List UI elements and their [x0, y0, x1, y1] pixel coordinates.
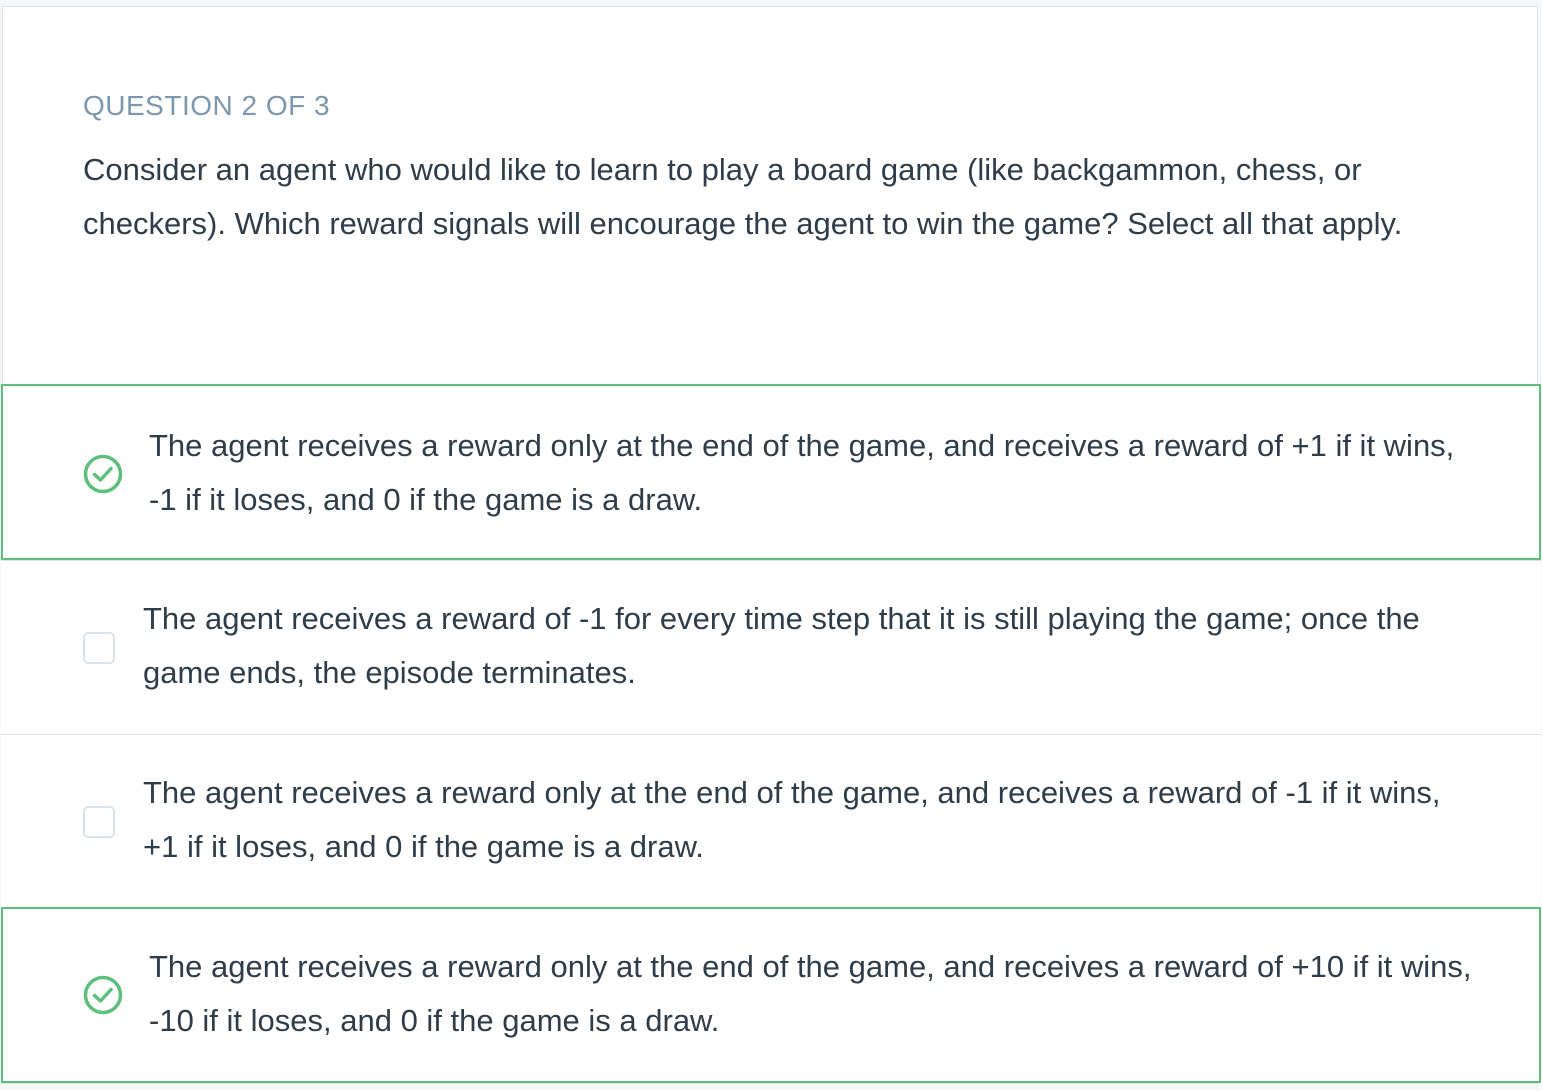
answer-option-4[interactable]: The agent receives a reward only at the …: [1, 907, 1541, 1083]
quiz-card: QUESTION 2 OF 3 Consider an agent who wo…: [1, 6, 1541, 1084]
answer-option-2-text: The agent receives a reward of -1 for ev…: [143, 601, 1420, 690]
check-circle-icon: [83, 454, 123, 494]
question-header: QUESTION 2 OF 3 Consider an agent who wo…: [3, 7, 1537, 385]
answer-option-4-text: The agent receives a reward only at the …: [149, 949, 1472, 1038]
answer-option-3-text: The agent receives a reward only at the …: [143, 775, 1441, 864]
answer-option-2[interactable]: The agent receives a reward of -1 for ev…: [1, 560, 1541, 734]
checkbox[interactable]: [83, 632, 115, 664]
check-circle-icon: [83, 975, 123, 1015]
checkbox[interactable]: [83, 806, 115, 838]
answer-option-1[interactable]: The agent receives a reward only at the …: [1, 384, 1541, 560]
answer-option-1-text: The agent receives a reward only at the …: [149, 428, 1455, 517]
answer-option-3[interactable]: The agent receives a reward only at the …: [1, 734, 1541, 908]
question-prompt: Consider an agent who would like to lear…: [83, 152, 1403, 241]
question-counter: QUESTION 2 OF 3: [83, 90, 331, 121]
